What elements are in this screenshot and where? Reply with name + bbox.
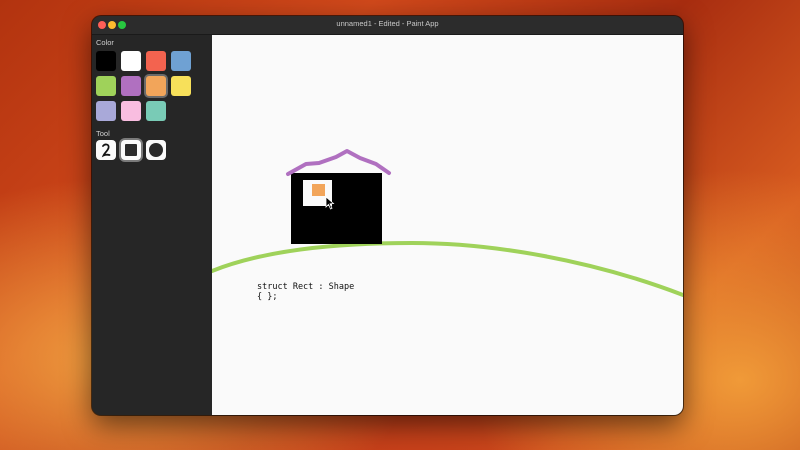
color-swatch-purple[interactable] <box>121 76 141 96</box>
color-swatch-white[interactable] <box>121 51 141 71</box>
house-window-fill <box>312 184 325 196</box>
sidebar: Color Tool <box>92 35 212 415</box>
color-swatch-lavender[interactable] <box>96 101 116 121</box>
color-section-label: Color <box>96 38 114 47</box>
color-swatch-blue[interactable] <box>171 51 191 71</box>
drawing-canvas[interactable]: struct Rect : Shape { }; <box>212 35 683 415</box>
title-bar: unnamed1 - Edited - Paint App <box>92 16 683 35</box>
pen-squiggle-icon <box>101 143 111 158</box>
color-swatch-green[interactable] <box>96 76 116 96</box>
paint-app-window: unnamed1 - Edited - Paint App Color Tool <box>92 16 683 415</box>
canvas-drawing <box>212 149 683 297</box>
code-text-block: struct Rect : Shape { }; <box>257 282 354 302</box>
color-swatch-red[interactable] <box>146 51 166 71</box>
roof-stroke <box>286 149 391 176</box>
color-swatch-orange[interactable] <box>146 76 166 96</box>
pen-tool-button[interactable] <box>96 140 116 160</box>
color-swatch-pink[interactable] <box>121 101 141 121</box>
ellipse-tool-button[interactable] <box>146 140 166 160</box>
rectangle-tool-button[interactable] <box>121 140 141 160</box>
window-title: unnamed1 - Edited - Paint App <box>336 19 439 28</box>
circle-icon <box>149 143 163 157</box>
color-swatch-yellow[interactable] <box>171 76 191 96</box>
rectangle-icon <box>125 144 137 156</box>
color-swatch-teal[interactable] <box>146 101 166 121</box>
code-line: { }; <box>257 292 278 302</box>
color-swatch-black[interactable] <box>96 51 116 71</box>
tool-section-label: Tool <box>96 129 110 138</box>
code-line: struct Rect : Shape <box>257 282 355 292</box>
